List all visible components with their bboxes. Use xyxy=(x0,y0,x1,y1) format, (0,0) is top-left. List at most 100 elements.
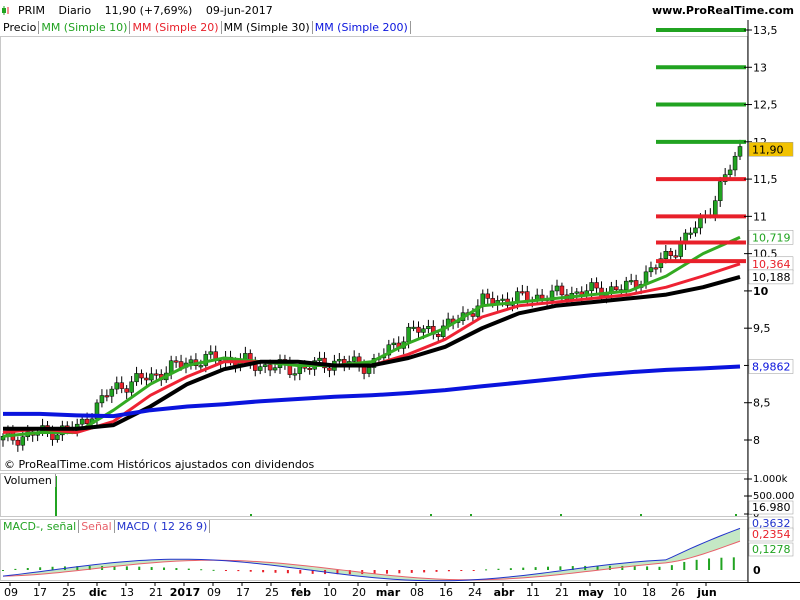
macd-hist-bar xyxy=(14,568,17,570)
y-tick-label: 13,5 xyxy=(753,24,778,37)
price-bar xyxy=(411,326,416,329)
x-tick-label: 26 xyxy=(671,586,685,599)
price-bar xyxy=(337,359,342,362)
macd-legend: MACD-, señal Señal MACD ( 12 26 9) xyxy=(1,520,211,533)
x-tick-label: 18 xyxy=(642,586,656,599)
price-bar xyxy=(307,367,312,370)
volume-bar xyxy=(560,514,562,516)
price-tag: 10,719 xyxy=(752,231,791,244)
price-bar xyxy=(168,360,174,374)
price-bar xyxy=(208,351,213,355)
price-bar xyxy=(391,342,397,346)
price-bar xyxy=(99,395,105,404)
price-bar xyxy=(737,146,743,157)
price-bar xyxy=(648,267,654,273)
price-bar xyxy=(114,382,120,390)
price-bar xyxy=(678,243,683,257)
price-bar xyxy=(15,439,21,446)
macd-hist-bar xyxy=(274,570,277,573)
price-bar xyxy=(663,251,669,259)
macd-hist-bar xyxy=(299,570,302,574)
price-bar xyxy=(406,326,411,343)
x-tick-label: 13 xyxy=(120,586,134,599)
price-bar xyxy=(673,255,678,258)
y-tick-label: 11,5 xyxy=(753,173,778,186)
macd-hist-bar xyxy=(224,570,227,571)
y-tick-label: 9,5 xyxy=(753,322,771,335)
price-bar xyxy=(698,217,703,229)
macd-hist-bar xyxy=(472,570,475,571)
x-tick-label: 25 xyxy=(265,586,279,599)
price-chart[interactable]: 13,51312,51211,51110,5109,598,5811,9010,… xyxy=(0,0,800,600)
macd-hist-bar xyxy=(286,570,289,574)
price-bar xyxy=(79,418,85,425)
macd-hist-bar xyxy=(658,566,661,570)
macd-hist-bar xyxy=(187,568,190,570)
price-bar xyxy=(297,366,303,374)
x-tick-label: 10 xyxy=(323,586,337,599)
price-bar xyxy=(594,282,599,289)
price-bar xyxy=(262,364,268,367)
macd-line xyxy=(2,527,741,582)
price-bar xyxy=(693,227,698,234)
macd-hist-bar xyxy=(708,558,711,570)
x-tick-label: may xyxy=(578,586,604,599)
price-bar xyxy=(525,291,530,301)
price-bar xyxy=(688,232,693,235)
x-tick-label: 21 xyxy=(555,586,569,599)
y-tick-label: 10 xyxy=(753,285,769,298)
volume-panel[interactable] xyxy=(0,473,748,517)
macd-label[interactable]: MACD ( 12 26 9) xyxy=(114,520,211,533)
series-line-3 xyxy=(3,274,741,431)
price-bar xyxy=(327,367,332,371)
macd-hist-bar xyxy=(150,567,153,570)
price-bar xyxy=(623,280,629,290)
price-bar xyxy=(653,267,659,270)
macd-hist-bar xyxy=(608,565,611,570)
price-bar xyxy=(416,326,421,333)
price-bar xyxy=(292,373,298,376)
x-tick-label: 24 xyxy=(468,586,482,599)
macd-area xyxy=(3,528,740,581)
macd-hist-bar xyxy=(460,570,463,571)
price-panel[interactable] xyxy=(0,36,748,471)
price-bar xyxy=(539,294,545,299)
signal-label[interactable]: Señal xyxy=(79,520,115,533)
macd-hist-bar xyxy=(732,557,735,570)
price-bar xyxy=(470,313,476,317)
price-bar xyxy=(188,359,194,364)
price-bar xyxy=(351,356,357,362)
x-tick-label: 09 xyxy=(4,586,18,599)
price-bar xyxy=(614,286,619,291)
volume-label[interactable]: Volumen xyxy=(1,474,56,487)
price-bar xyxy=(713,200,718,216)
price-bar xyxy=(717,181,723,201)
volume-bar xyxy=(640,514,642,516)
volume-bar xyxy=(735,514,737,516)
y-tick-label: 12,5 xyxy=(753,99,778,112)
price-tag: 8,9862 xyxy=(752,360,791,373)
x-tick-label: abr xyxy=(494,586,515,599)
macd-hist-bar xyxy=(621,565,624,570)
price-bar xyxy=(243,353,248,360)
macd-minus-signal-label[interactable]: MACD-, señal xyxy=(1,520,80,533)
macd-hist-bar xyxy=(398,570,401,574)
x-tick-label: 08 xyxy=(410,586,424,599)
macd-hist-bar xyxy=(522,567,525,570)
x-tick-label: 25 xyxy=(62,586,76,599)
price-bar xyxy=(20,436,26,446)
x-tick-label: jun xyxy=(696,586,716,599)
macd-hist-bar xyxy=(720,557,723,570)
copyright-note: © ProRealTime.com Históricos ajustados c… xyxy=(4,458,315,471)
price-bar xyxy=(574,291,580,294)
macd-hist-bar xyxy=(39,567,42,570)
macd-hist-bar xyxy=(509,568,512,570)
y-tick-label: 11 xyxy=(753,210,767,223)
macd-hist-bar xyxy=(163,567,166,570)
price-bar xyxy=(554,285,560,292)
macd-hist-bar xyxy=(125,566,128,570)
x-tick-label: 16 xyxy=(439,586,453,599)
macd-hist-bar xyxy=(683,561,686,570)
price-bar xyxy=(124,388,129,393)
macd-hist-bar xyxy=(423,570,426,573)
